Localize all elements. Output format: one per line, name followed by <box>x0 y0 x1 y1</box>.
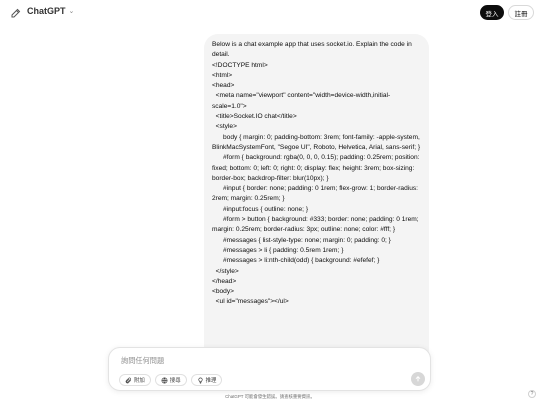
top-bar: ChatGPT ⌄ 登入 註冊 <box>0 0 540 26</box>
message-line: Below is a chat example app that uses so… <box>212 41 414 59</box>
message-line: <head> <box>212 82 235 90</box>
signup-button[interactable]: 註冊 <box>508 5 534 20</box>
chevron-down-icon: ⌄ <box>68 8 75 15</box>
message-line: #messages > li { padding: 0.5rem 1rem; } <box>212 246 344 254</box>
attach-label: 附加 <box>134 378 145 384</box>
reason-button[interactable]: 推理 <box>190 374 223 386</box>
message-line: #form { background: rgba(0, 0, 0, 0.15);… <box>212 154 422 182</box>
help-button[interactable]: ? <box>528 390 536 398</box>
search-label: 搜尋 <box>169 378 181 384</box>
attach-button[interactable]: 附加 <box>119 374 151 386</box>
message-line: <ul id="messages"></ul> <box>212 298 289 306</box>
message-line: <meta name="viewport" content="width=dev… <box>212 92 391 110</box>
lightbulb-icon <box>198 377 203 383</box>
arrow-up-icon <box>415 375 421 382</box>
disclaimer: ChatGPT 可能會發生錯誤。請查核重要資訊。 <box>225 394 315 399</box>
prompt-input[interactable]: 詢問任何問題 <box>121 356 164 366</box>
message-line: #messages { list-style-type: none; margi… <box>212 236 391 244</box>
user-message-bubble: Below is a chat example app that uses so… <box>204 34 429 364</box>
message-line: #input { border: none; padding: 0 1rem; … <box>212 185 420 203</box>
message-line: <title>Socket.IO chat</title> <box>212 113 297 121</box>
composer: 詢問任何問題 附加 搜尋 推理 <box>108 347 431 391</box>
message-line: <!DOCTYPE html> <box>212 61 268 69</box>
message-line: <html> <box>212 71 233 79</box>
message-line: <body> <box>212 288 234 296</box>
composer-tools: 附加 搜尋 推理 <box>119 374 223 386</box>
login-button[interactable]: 登入 <box>480 5 504 20</box>
message-line: #form > button { background: #333; borde… <box>212 216 421 234</box>
edit-icon[interactable] <box>10 7 22 19</box>
message-line: #input:focus { outline: none; } <box>212 205 309 213</box>
search-button[interactable]: 搜尋 <box>154 374 187 386</box>
send-button[interactable] <box>411 372 425 386</box>
message-line: </style> <box>212 267 239 275</box>
reason-label: 推理 <box>205 378 217 384</box>
message-line: body { margin: 0; padding-bottom: 3rem; … <box>212 133 422 151</box>
message-line: <style> <box>212 123 237 131</box>
globe-icon <box>161 377 168 383</box>
message-line: </head> <box>212 277 237 285</box>
model-name: ChatGPT <box>27 6 66 16</box>
model-selector[interactable]: ChatGPT ⌄ <box>27 6 74 16</box>
paperclip-icon <box>125 377 132 383</box>
message-line: #messages > li:nth-child(odd) { backgrou… <box>212 257 380 265</box>
